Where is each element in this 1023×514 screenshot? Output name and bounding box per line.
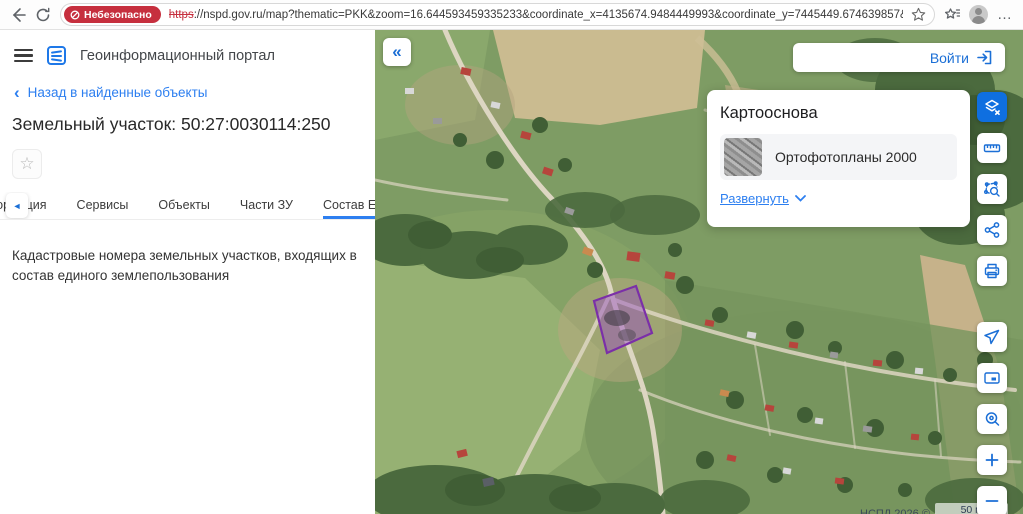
basemap-layer-row[interactable]: Ортофотопланы 2000 — [720, 134, 957, 180]
zoom-out-button[interactable] — [977, 486, 1007, 514]
ezp-description-text: Кадастровые номера земельных участков, в… — [12, 248, 357, 283]
share-icon — [984, 222, 1000, 238]
tab-scroll-left-button[interactable]: ◄ — [6, 193, 28, 218]
security-badge[interactable]: Небезопасно — [64, 6, 161, 23]
browser-reload-icon[interactable] — [35, 7, 51, 23]
tab-scroll-left-icon: ◄ — [12, 200, 22, 211]
map-attribution: НСПД 2026 © — [860, 508, 930, 514]
url-rest: ://nspd.gov.ru/map?thematic=PKK&zoom=16.… — [193, 8, 903, 21]
tab-parcel-parts[interactable]: Части ЗУ — [240, 192, 293, 219]
basemap-layer-thumbnail — [724, 138, 762, 176]
favorite-star-button[interactable]: ☆ — [12, 149, 42, 179]
navigation-arrow-icon — [984, 329, 1000, 345]
tabs-row: Информация Сервисы Объекты Части ЗУ Сост… — [0, 192, 375, 219]
portal-header: Геоинформационный портал — [0, 30, 375, 65]
expand-label: Развернуть — [720, 191, 789, 206]
security-badge-label: Небезопасно — [84, 8, 152, 21]
area-search-icon — [984, 181, 1000, 197]
basemap-panel-title: Картооснова — [720, 104, 818, 122]
map-canvas[interactable]: « Войти Картооснова Ортофотопланы 2000 Р… — [375, 30, 1023, 514]
tab-bar: ◄ Информация Сервисы Объекты Части ЗУ Со… — [0, 192, 375, 220]
portal-title: Геоинформационный портал — [80, 47, 275, 64]
browser-toolbar: Небезопасно https://nspd.gov.ru/map?them… — [0, 0, 1023, 30]
print-button[interactable] — [977, 256, 1007, 286]
info-panel: Геоинформационный портал ‹ Назад в найде… — [0, 30, 375, 514]
profile-avatar[interactable] — [969, 5, 988, 24]
locate-me-button[interactable] — [977, 322, 1007, 352]
area-search-button[interactable] — [977, 174, 1007, 204]
measure-button[interactable] — [977, 133, 1007, 163]
url-text: https://nspd.gov.ru/map?thematic=PKK&zoo… — [169, 9, 903, 21]
basemap-layer-label: Ортофотопланы 2000 — [775, 149, 917, 165]
back-to-results-link[interactable]: ‹ Назад в найденные объекты — [14, 82, 375, 102]
share-button[interactable] — [977, 215, 1007, 245]
object-search-icon — [985, 412, 1000, 426]
portal-logo-icon — [47, 46, 66, 65]
minus-icon — [985, 500, 999, 502]
plus-icon — [985, 453, 999, 467]
collapse-panel-button[interactable]: « — [383, 38, 411, 66]
screen: Небезопасно https://nspd.gov.ru/map?them… — [0, 0, 1023, 514]
expand-basemaps-link[interactable]: Развернуть — [720, 191, 806, 206]
overview-map-button[interactable] — [977, 363, 1007, 393]
basemap-panel: Картооснова Ортофотопланы 2000 Развернут… — [707, 90, 970, 227]
star-icon: ☆ — [19, 154, 35, 173]
login-button[interactable]: Войти — [793, 43, 1005, 72]
not-secure-icon — [70, 10, 80, 19]
page-title: Земельный участок: 50:27:0030114:250 — [12, 114, 331, 134]
layers-icon — [985, 99, 1000, 116]
hamburger-menu-icon[interactable] — [14, 48, 33, 63]
tab-objects[interactable]: Объекты — [158, 192, 210, 219]
layers-button[interactable] — [977, 92, 1007, 122]
map-toolbar — [977, 92, 1007, 514]
address-bar[interactable]: Небезопасно https://nspd.gov.ru/map?them… — [60, 3, 935, 26]
app-window: Геоинформационный портал ‹ Назад в найде… — [0, 30, 1023, 514]
tab-ezp-composition[interactable]: Состав ЕЗП — [322, 192, 375, 219]
collapse-chevrons-icon: « — [392, 42, 402, 61]
browser-back-icon[interactable] — [10, 7, 26, 23]
overview-map-icon — [984, 372, 1000, 384]
back-link-label: Назад в найденные объекты — [27, 85, 208, 100]
back-chevron-icon: ‹ — [14, 82, 20, 102]
chevron-down-icon — [795, 195, 806, 202]
object-search-button[interactable] — [977, 404, 1007, 434]
printer-icon — [984, 263, 1000, 279]
ruler-icon — [983, 144, 1001, 153]
login-label: Войти — [929, 49, 969, 66]
bookmark-star-icon[interactable] — [911, 7, 926, 22]
browser-menu-icon[interactable]: … — [997, 7, 1013, 22]
zoom-in-button[interactable] — [977, 445, 1007, 475]
login-icon — [977, 50, 992, 65]
collections-icon[interactable] — [944, 7, 960, 23]
tab-services[interactable]: Сервисы — [77, 192, 129, 219]
url-scheme: https — [168, 8, 194, 21]
